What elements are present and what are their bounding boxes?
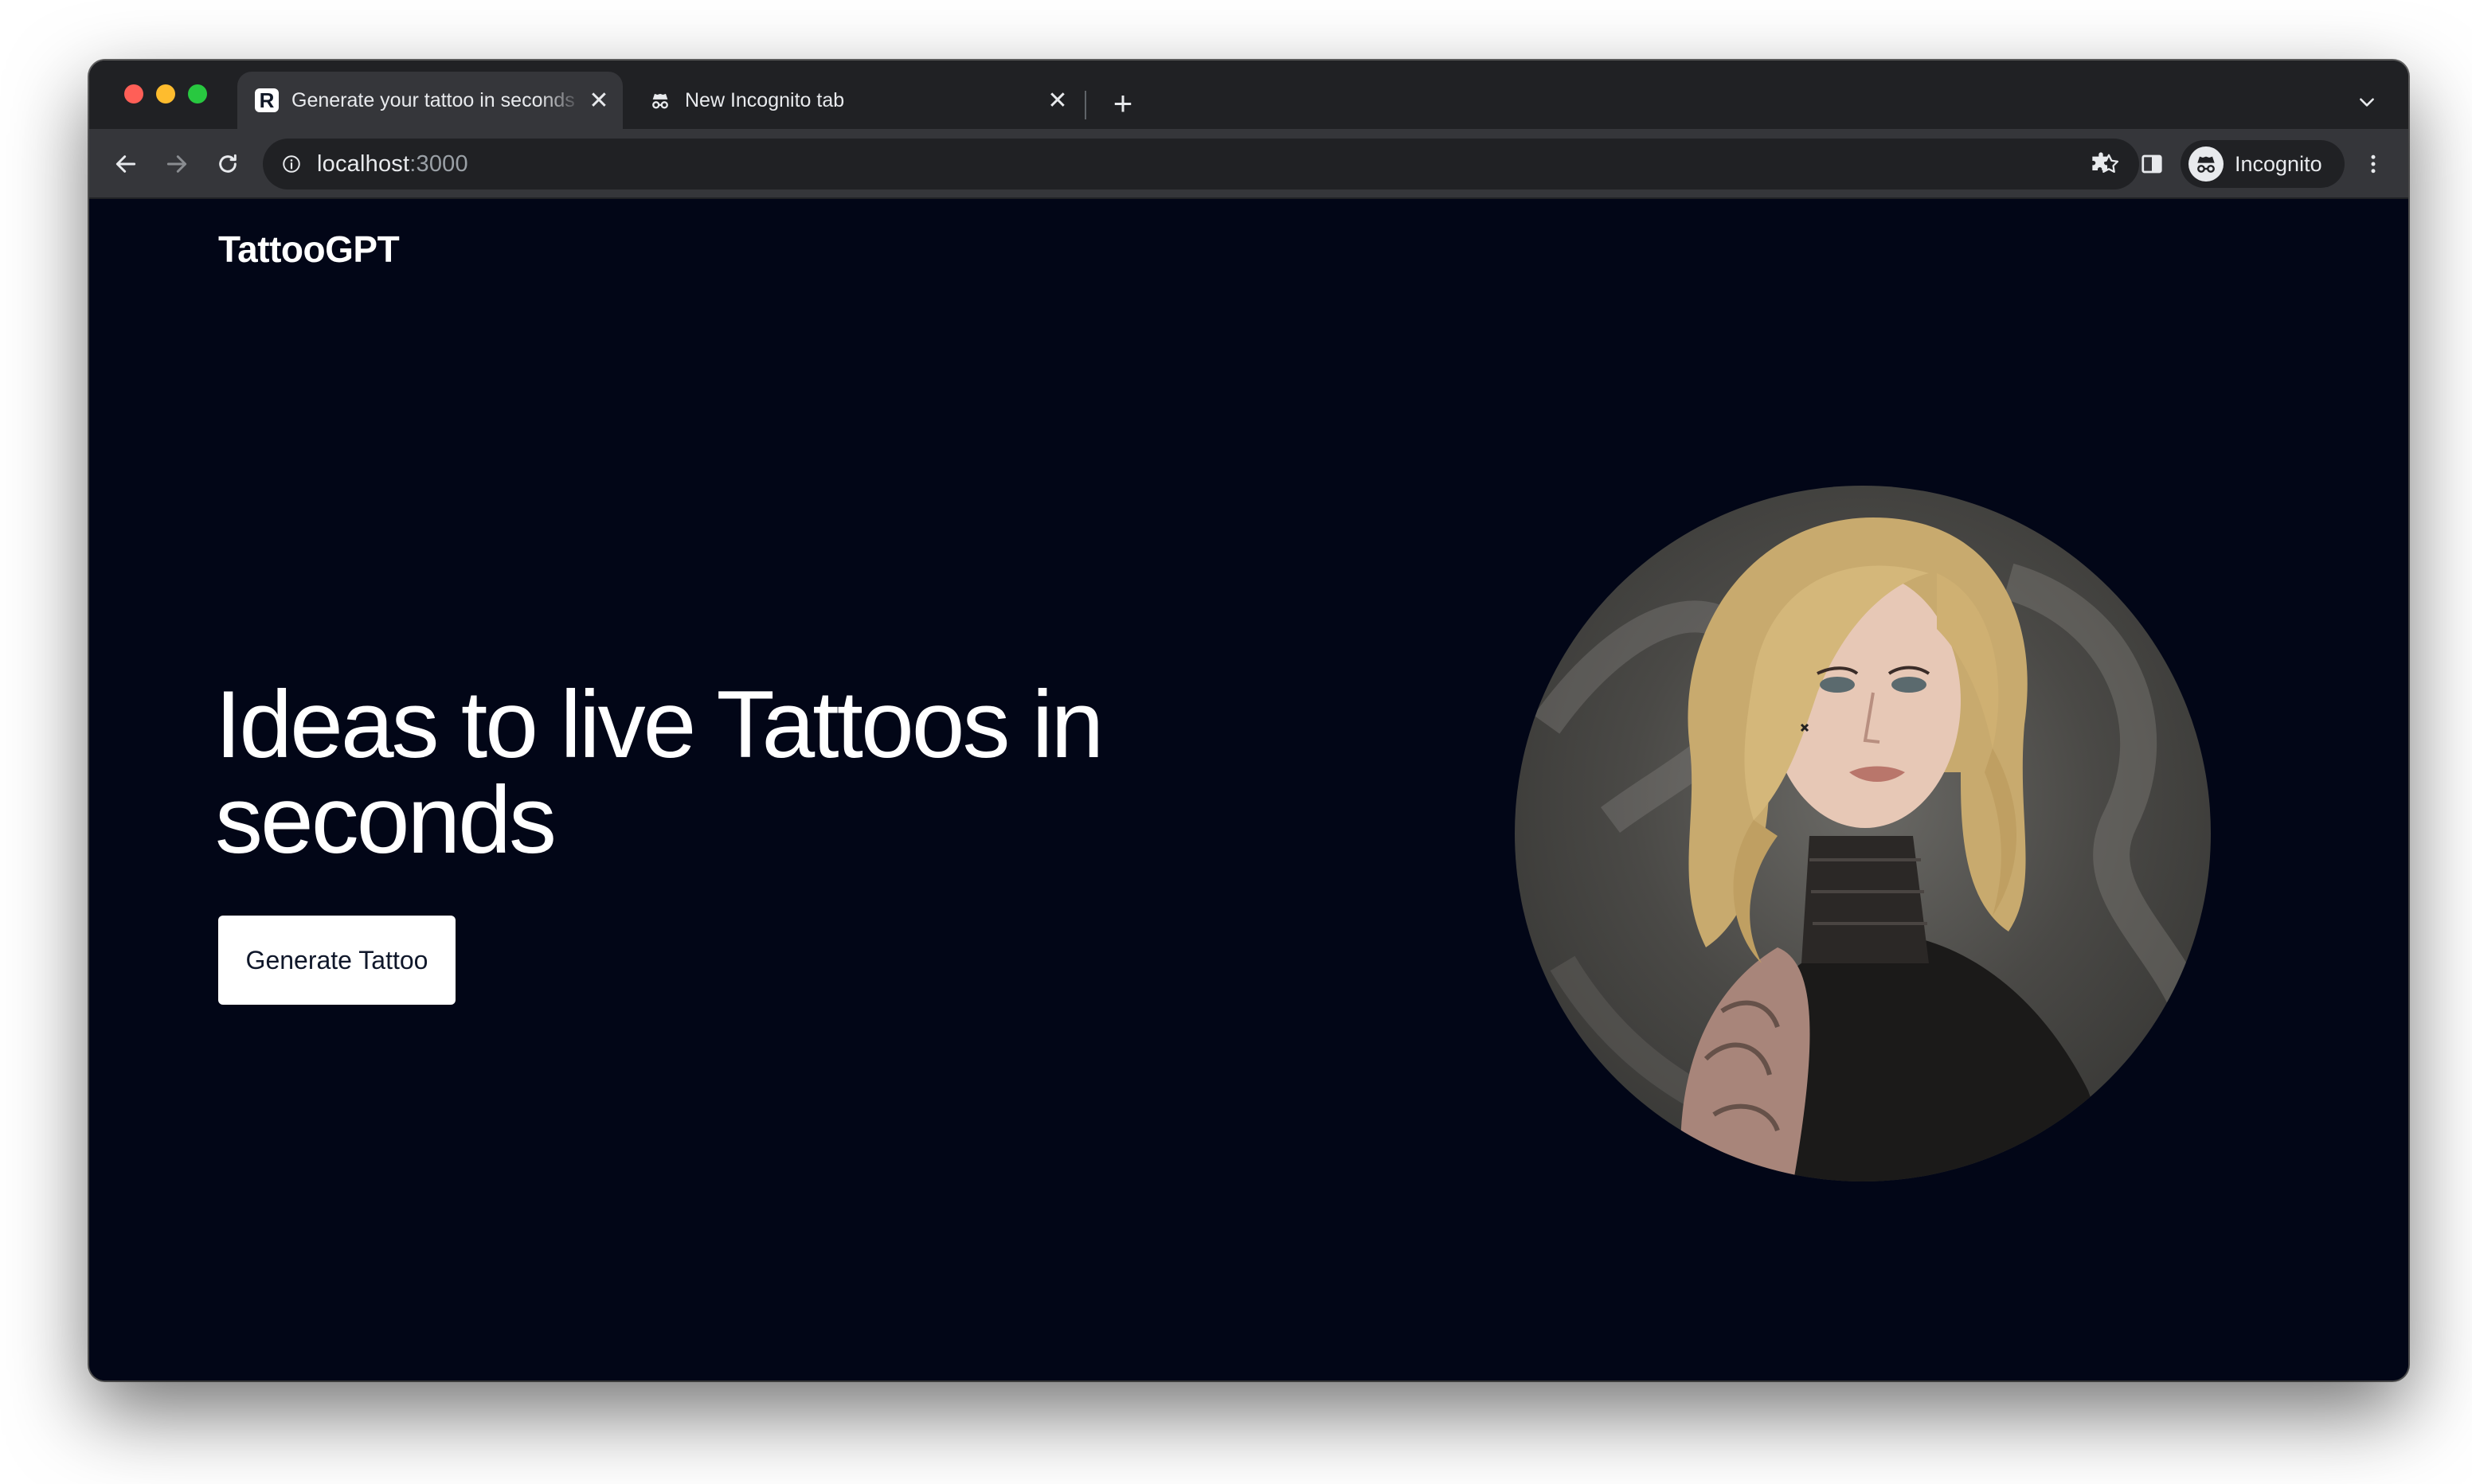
- extensions-puzzle-icon[interactable]: [2079, 142, 2123, 186]
- close-window-button[interactable]: [124, 84, 143, 103]
- tab-title: Generate your tattoo in seconds: [291, 88, 575, 111]
- more-menu-icon[interactable]: [2351, 142, 2396, 186]
- site-info-icon[interactable]: [266, 139, 317, 189]
- minimize-window-button[interactable]: [156, 84, 175, 103]
- new-tab-button[interactable]: +: [1101, 81, 1145, 126]
- tab-strip: R Generate your tattoo in seconds ✕ New …: [89, 61, 2408, 129]
- browser-toolbar: localhost:3000 Incognito: [89, 129, 2408, 199]
- back-arrow-icon[interactable]: [104, 142, 148, 186]
- reload-icon[interactable]: [205, 142, 250, 186]
- close-tab-icon[interactable]: ✕: [1042, 84, 1074, 116]
- generate-tattoo-button[interactable]: Generate Tattoo: [218, 916, 456, 1005]
- hero-portrait-image: [1515, 486, 2211, 1181]
- forward-arrow-icon[interactable]: [154, 142, 199, 186]
- incognito-icon: [648, 88, 672, 112]
- tab-search-chevron-icon[interactable]: [2348, 83, 2386, 121]
- incognito-avatar-icon: [2188, 146, 2224, 182]
- close-tab-icon[interactable]: ✕: [583, 84, 615, 116]
- tab-new-incognito[interactable]: New Incognito tab ✕: [631, 72, 1082, 129]
- profile-label: Incognito: [2235, 151, 2322, 176]
- tab-separator: [1085, 91, 1086, 119]
- incognito-profile-button[interactable]: Incognito: [2181, 140, 2345, 188]
- tab-favicon: R: [255, 88, 279, 112]
- url-host: localhost: [317, 150, 410, 177]
- hero-headline: Ideas to live Tattoos in seconds: [215, 671, 1104, 873]
- browser-window: R Generate your tattoo in seconds ✕ New …: [89, 61, 2408, 1381]
- tab-generate-tattoo[interactable]: R Generate your tattoo in seconds ✕: [237, 72, 623, 129]
- address-bar[interactable]: localhost:3000: [263, 139, 2139, 189]
- url-port: :3000: [409, 150, 468, 177]
- tab-title: New Incognito tab: [685, 88, 845, 111]
- web-page: TattooGPT Ideas to live Tattoos in secon…: [89, 199, 2408, 1381]
- url-text: localhost:3000: [317, 151, 468, 178]
- brand-logo-text[interactable]: TattooGPT: [218, 228, 400, 271]
- zoom-window-button[interactable]: [188, 84, 207, 103]
- side-panel-icon[interactable]: [2130, 142, 2174, 186]
